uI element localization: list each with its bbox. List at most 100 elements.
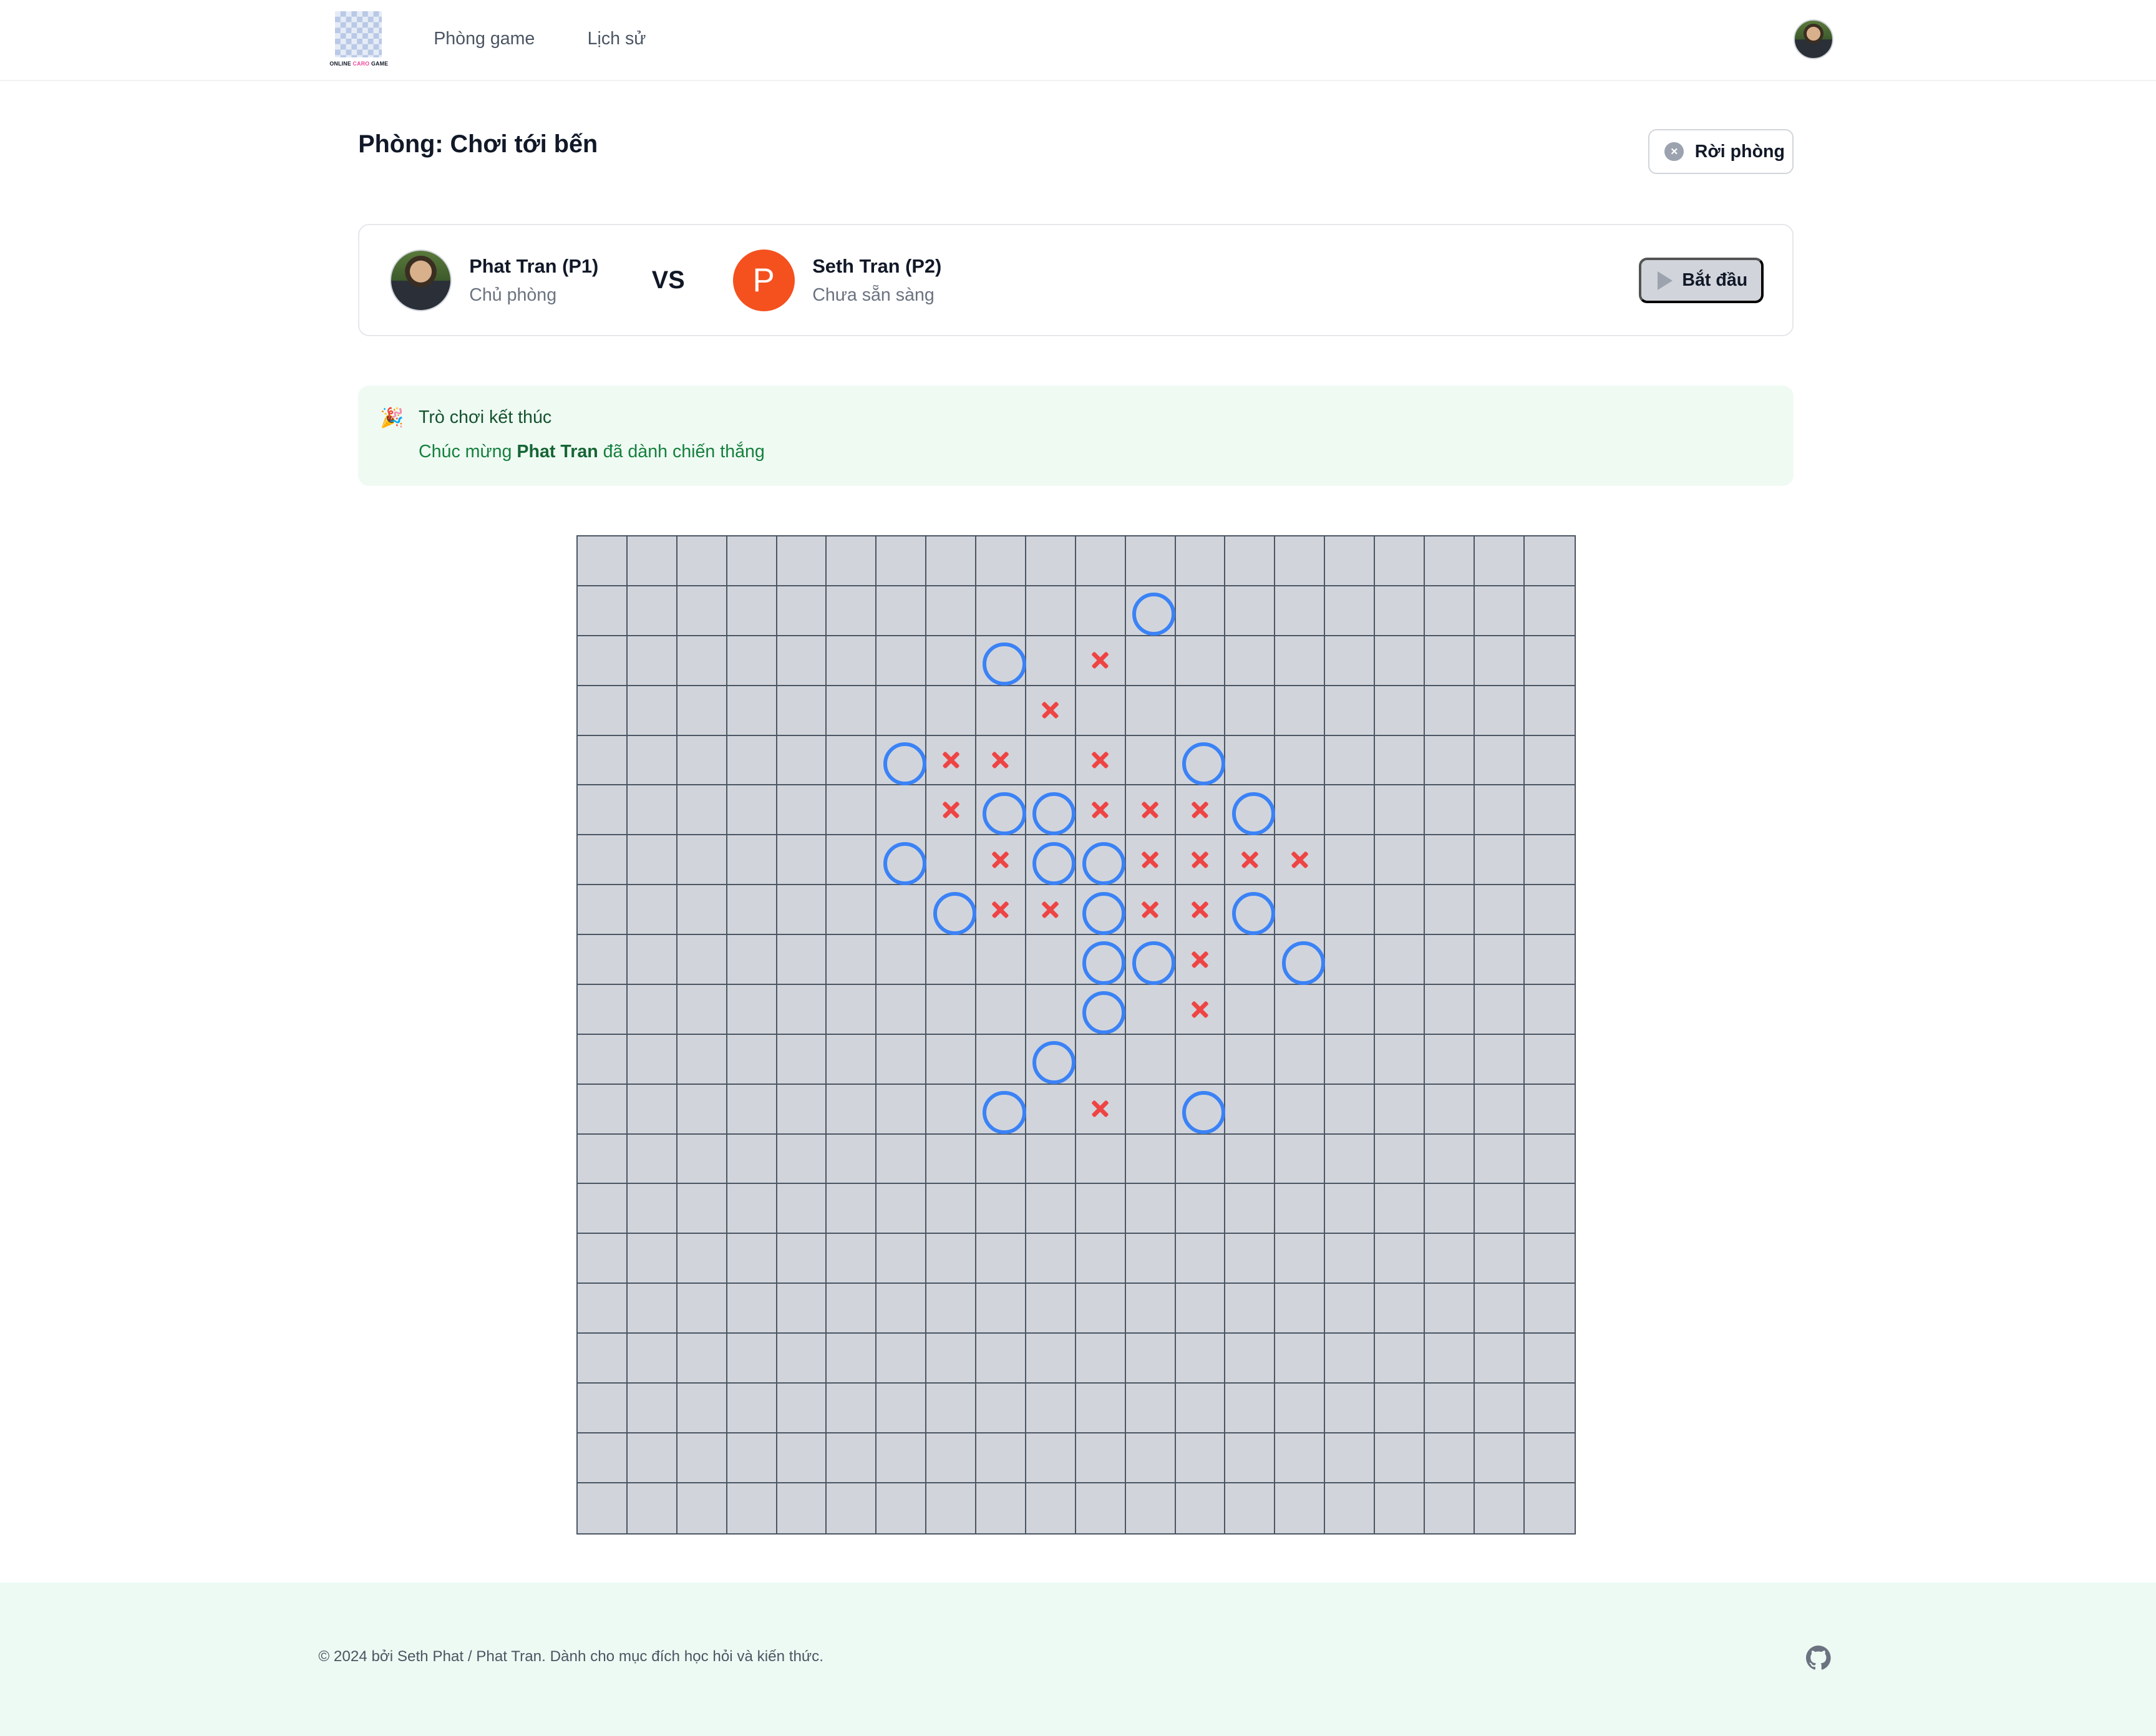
board-cell[interactable] [827,636,877,686]
board-cell[interactable] [1076,1234,1126,1284]
board-cell[interactable] [1325,1334,1376,1384]
board-cell[interactable] [1524,985,1575,1035]
board-cell[interactable] [1424,1184,1475,1234]
board-cell[interactable] [1375,686,1425,736]
board-cell[interactable] [976,1184,1026,1234]
board-cell[interactable] [1125,686,1176,736]
board-cell[interactable] [976,1433,1026,1483]
board-cell[interactable] [827,1334,877,1384]
board-cell-x-mark[interactable] [1026,885,1076,936]
board-cell[interactable] [827,785,877,836]
board-cell[interactable] [1424,636,1475,686]
board-cell[interactable] [926,1034,977,1085]
board-cell[interactable] [1076,1334,1126,1384]
board-cell[interactable] [1474,1383,1525,1433]
board-cell[interactable] [1325,885,1376,936]
board-cell-x-mark[interactable] [1175,785,1226,836]
board-cell-x-mark[interactable] [926,785,977,836]
board-cell[interactable] [876,1034,927,1085]
board-cell-o-mark[interactable] [976,785,1027,836]
board-cell[interactable] [1424,885,1475,936]
board-cell[interactable] [1325,636,1376,686]
board-cell[interactable] [578,984,628,1035]
board-cell[interactable] [1275,1334,1326,1384]
board-cell[interactable] [1524,1384,1575,1433]
board-cell[interactable] [1076,1383,1126,1433]
board-cell[interactable] [1424,1234,1475,1284]
board-cell[interactable] [1325,1284,1376,1334]
board-cell[interactable] [1275,735,1326,786]
board-cell[interactable] [1125,636,1176,686]
board-cell[interactable] [1424,1383,1475,1433]
board-cell[interactable] [727,586,777,636]
board-cell[interactable] [1375,536,1425,586]
nav-link-history[interactable]: Lịch sử [588,29,646,49]
board-cell[interactable] [627,586,677,636]
board-cell[interactable] [827,885,877,936]
board-cell[interactable] [827,984,877,1035]
board-cell[interactable] [1424,1334,1475,1384]
board-cell[interactable] [1325,735,1376,786]
board-cell[interactable] [727,935,777,985]
user-avatar[interactable] [1794,19,1834,59]
board-cell[interactable] [1325,1034,1376,1085]
board-cell[interactable] [727,785,777,836]
board-cell[interactable] [578,735,628,786]
board-cell[interactable] [926,1284,977,1334]
board-cell[interactable] [777,785,827,836]
board-cell-x-mark[interactable] [1026,686,1076,736]
board-cell[interactable] [777,1034,827,1085]
board-cell[interactable] [827,1134,877,1185]
board-cell[interactable] [1125,1184,1176,1234]
board-cell[interactable] [1524,1135,1575,1185]
board-cell[interactable] [1474,735,1525,786]
board-cell[interactable] [1524,1334,1575,1384]
leave-room-button[interactable]: × Rời phòng [1648,129,1794,175]
board-cell[interactable] [777,935,827,985]
board-cell[interactable] [578,686,628,736]
board-cell[interactable] [876,984,927,1035]
board-cell[interactable] [926,686,977,736]
board-cell[interactable] [1375,586,1425,636]
board-cell[interactable] [727,984,777,1035]
board-cell[interactable] [1175,636,1226,686]
board-cell[interactable] [727,1483,777,1533]
board-cell[interactable] [1424,785,1475,836]
board-cell[interactable] [1176,1483,1226,1533]
board-cell[interactable] [627,636,677,686]
board-cell[interactable] [627,1433,677,1483]
board-cell-o-mark[interactable] [1076,835,1126,886]
board-cell[interactable] [1225,536,1276,586]
board-cell[interactable] [1076,1433,1126,1483]
board-cell[interactable] [1076,1483,1126,1533]
board-cell[interactable] [677,785,727,836]
board-cell[interactable] [578,1134,628,1185]
board-cell[interactable] [627,984,677,1035]
board-cell[interactable] [1275,1383,1326,1433]
board-cell[interactable] [1474,785,1525,836]
board-cell[interactable] [1474,1334,1525,1384]
board-cell[interactable] [578,1034,628,1085]
board-cell[interactable] [627,1234,677,1284]
board-cell[interactable] [777,1234,827,1284]
board-cell[interactable] [976,686,1026,736]
board-cell[interactable] [777,835,827,886]
board-cell[interactable] [1175,1184,1226,1234]
board-cell[interactable] [1325,586,1376,636]
board-cell[interactable] [627,1134,677,1185]
board-cell[interactable] [1325,1483,1376,1533]
board-cell[interactable] [727,1334,777,1384]
board-cell[interactable] [876,1483,927,1533]
board-cell[interactable] [1325,785,1376,836]
board-cell[interactable] [777,586,827,636]
board-cell[interactable] [677,1284,727,1334]
board-cell[interactable] [1424,1433,1475,1483]
board-cell[interactable] [1125,1334,1176,1384]
board-cell[interactable] [677,1483,727,1533]
board-cell[interactable] [1026,1234,1076,1284]
board-cell[interactable] [578,1334,628,1384]
board-cell-o-mark[interactable] [1026,785,1077,836]
board-cell[interactable] [1225,1433,1276,1483]
board-cell[interactable] [1076,1034,1126,1085]
board-cell[interactable] [677,1433,727,1483]
